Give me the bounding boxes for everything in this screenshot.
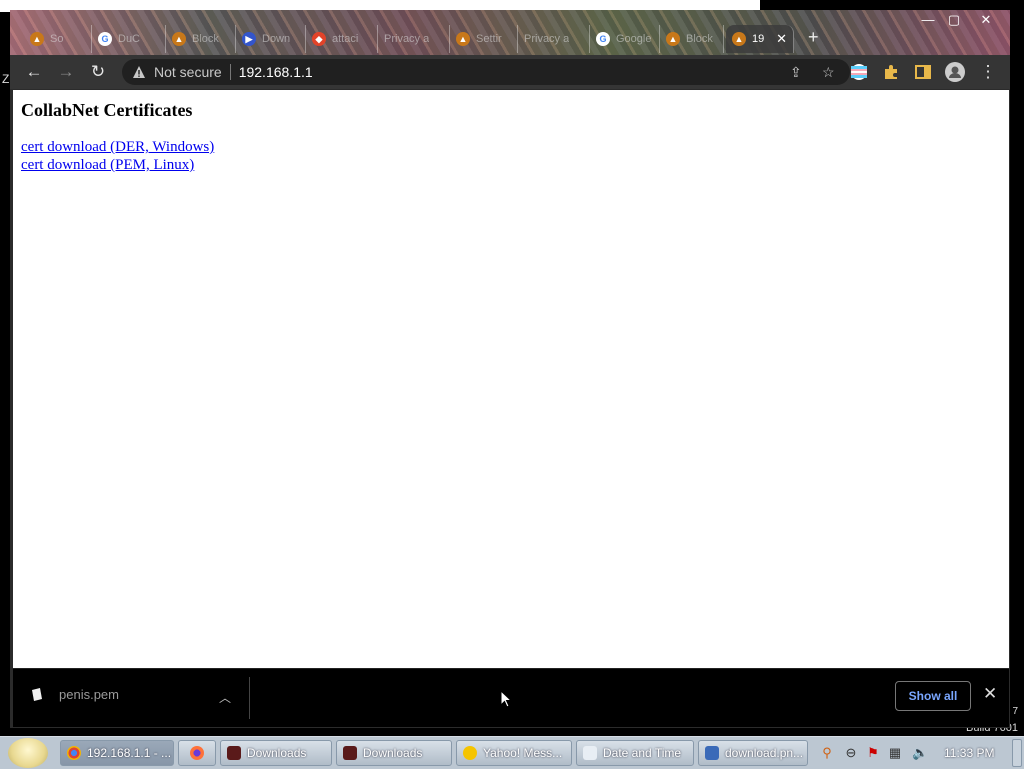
tab[interactable]: ▲ Settir: [450, 25, 518, 53]
tab[interactable]: Privacy a: [378, 25, 450, 53]
tab-title: DuC: [118, 33, 141, 45]
brave-lion-icon: ▲: [456, 32, 470, 46]
taskbar-task-downloads[interactable]: Downloads: [336, 740, 452, 766]
cert-pem-linux-link[interactable]: cert download (PEM, Linux): [21, 157, 194, 174]
bookmark-star-icon[interactable]: ☆: [822, 64, 835, 81]
chevron-up-icon[interactable]: ︿: [219, 689, 231, 706]
tab-title: Block: [686, 33, 713, 45]
warning-triangle-icon[interactable]: [132, 65, 146, 79]
show-all-button[interactable]: Show all: [895, 681, 971, 711]
tab-title: Settir: [476, 33, 502, 45]
brave-lion-icon: ▲: [30, 32, 44, 46]
google-icon: G: [98, 32, 112, 46]
tab[interactable]: ▲ Block: [660, 25, 724, 53]
taskbar-task-firefox[interactable]: [178, 740, 216, 766]
tab-title: Google: [616, 33, 652, 45]
taskbar-task-label: Yahoo! Mess...: [483, 746, 563, 760]
tab[interactable]: ▲ So: [24, 25, 92, 53]
page-content: CollabNet Certificates cert download (DE…: [13, 90, 1009, 668]
tab-title: Privacy a: [524, 33, 570, 45]
taskbar-task-downloads[interactable]: Downloads: [220, 740, 332, 766]
tab-title: Privacy a: [384, 33, 430, 45]
close-tab-icon[interactable]: ✕: [776, 31, 787, 47]
url-text[interactable]: 192.168.1.1: [239, 64, 313, 80]
tab-active[interactable]: ▲ 19 ✕: [726, 25, 794, 53]
taskbar-task-label: download.pn...: [725, 746, 804, 760]
desktop-side-digit: 7: [1012, 706, 1018, 717]
folder-downloads-icon: [343, 746, 357, 760]
side-panel-icon[interactable]: [914, 63, 932, 81]
flag-alert-tray-icon[interactable]: ⚑: [866, 746, 880, 760]
download-page-icon: ▶: [242, 32, 256, 46]
brave-lion-icon: ▲: [732, 32, 746, 46]
shelf-divider: [249, 677, 250, 719]
tab-title: Down: [262, 33, 291, 45]
browser-toolbar: ← → ↻ Not secure 192.168.1.1 ⇪ ☆ ⋮: [10, 55, 1010, 89]
not-secure-label[interactable]: Not secure: [154, 64, 222, 80]
forward-arrow-icon[interactable]: →: [56, 62, 76, 82]
share-icon[interactable]: ⇪: [790, 64, 802, 81]
minus-circle-tray-icon[interactable]: ⊖: [844, 746, 858, 760]
tab[interactable]: Privacy a: [518, 25, 590, 53]
windows-taskbar: 192.168.1.1 - ... Downloads Downloads Ya…: [0, 736, 1024, 769]
minimize-icon[interactable]: —: [914, 12, 942, 27]
new-tab-button[interactable]: +: [808, 27, 819, 48]
taskbar-clock[interactable]: 11:33 PM: [944, 746, 994, 760]
taskbar-task-label: Downloads: [247, 746, 307, 760]
close-window-icon[interactable]: ✕: [972, 12, 1000, 28]
tab-title: 19: [752, 33, 765, 45]
trans-flag-extension-icon[interactable]: [850, 63, 868, 81]
gitlab-icon: ◆: [312, 32, 326, 46]
taskbar-task-label: 192.168.1.1 - ...: [87, 746, 172, 760]
puzzle-piece-icon[interactable]: [882, 63, 900, 81]
volume-tray-icon[interactable]: 🔈: [912, 746, 928, 760]
file-icon: [32, 687, 42, 701]
tab-title: So: [50, 33, 64, 45]
tab[interactable]: ◆ attaci: [306, 25, 378, 53]
back-arrow-icon[interactable]: ←: [24, 62, 44, 82]
image-viewer-icon: [705, 746, 719, 760]
download-item[interactable]: penis.pem: [31, 687, 119, 702]
profile-avatar-icon[interactable]: [945, 62, 965, 82]
address-divider: [229, 64, 231, 80]
network-tray-icon[interactable]: ▦: [888, 746, 902, 760]
taskbar-task-image-viewer[interactable]: download.pn...: [698, 740, 808, 766]
tab-strip: ▲ So G DuC ▲ Block ▶ Down ◆ attaci Priva…: [10, 10, 1010, 55]
start-orb-icon[interactable]: [8, 738, 48, 768]
brave-lion-icon: ▲: [172, 32, 186, 46]
taskbar-task-date-time[interactable]: Date and Time: [576, 740, 694, 766]
brave-lion-icon: ▲: [666, 32, 680, 46]
search-magnifier-tray-icon[interactable]: ⚲: [820, 746, 834, 760]
maximize-icon[interactable]: ▢: [940, 12, 968, 28]
tab[interactable]: G DuC: [92, 25, 166, 53]
address-bar[interactable]: Not secure 192.168.1.1 ⇪ ☆: [122, 59, 850, 85]
tab[interactable]: ▶ Down: [236, 25, 306, 53]
google-icon: G: [596, 32, 610, 46]
taskbar-task-chrome[interactable]: 192.168.1.1 - ...: [60, 740, 174, 766]
cert-der-windows-link[interactable]: cert download (DER, Windows): [21, 139, 214, 156]
close-shelf-icon[interactable]: ✕: [983, 684, 997, 704]
download-file-name: penis.pem: [59, 687, 119, 702]
desktop-edge-text: Z: [2, 72, 10, 86]
taskbar-task-label: Downloads: [363, 746, 423, 760]
show-desktop-button[interactable]: [1012, 739, 1022, 767]
firefox-icon: [190, 746, 204, 760]
yahoo-messenger-icon: [463, 746, 477, 760]
reload-icon[interactable]: ↻: [88, 62, 108, 82]
browser-window: ▲ So G DuC ▲ Block ▶ Down ◆ attaci Priva…: [10, 10, 1010, 728]
page-title: CollabNet Certificates: [21, 100, 193, 120]
chrome-icon: [67, 746, 81, 760]
kebab-menu-icon[interactable]: ⋮: [978, 62, 998, 82]
tab[interactable]: G Google: [590, 25, 660, 53]
taskbar-task-label: Date and Time: [603, 746, 682, 760]
mouse-cursor-icon: [500, 690, 512, 708]
folder-downloads-icon: [227, 746, 241, 760]
tab-title: Block: [192, 33, 219, 45]
tab-title: attaci: [332, 33, 359, 45]
tab[interactable]: ▲ Block: [166, 25, 236, 53]
clock-icon: [583, 746, 597, 760]
taskbar-task-yahoo[interactable]: Yahoo! Mess...: [456, 740, 572, 766]
